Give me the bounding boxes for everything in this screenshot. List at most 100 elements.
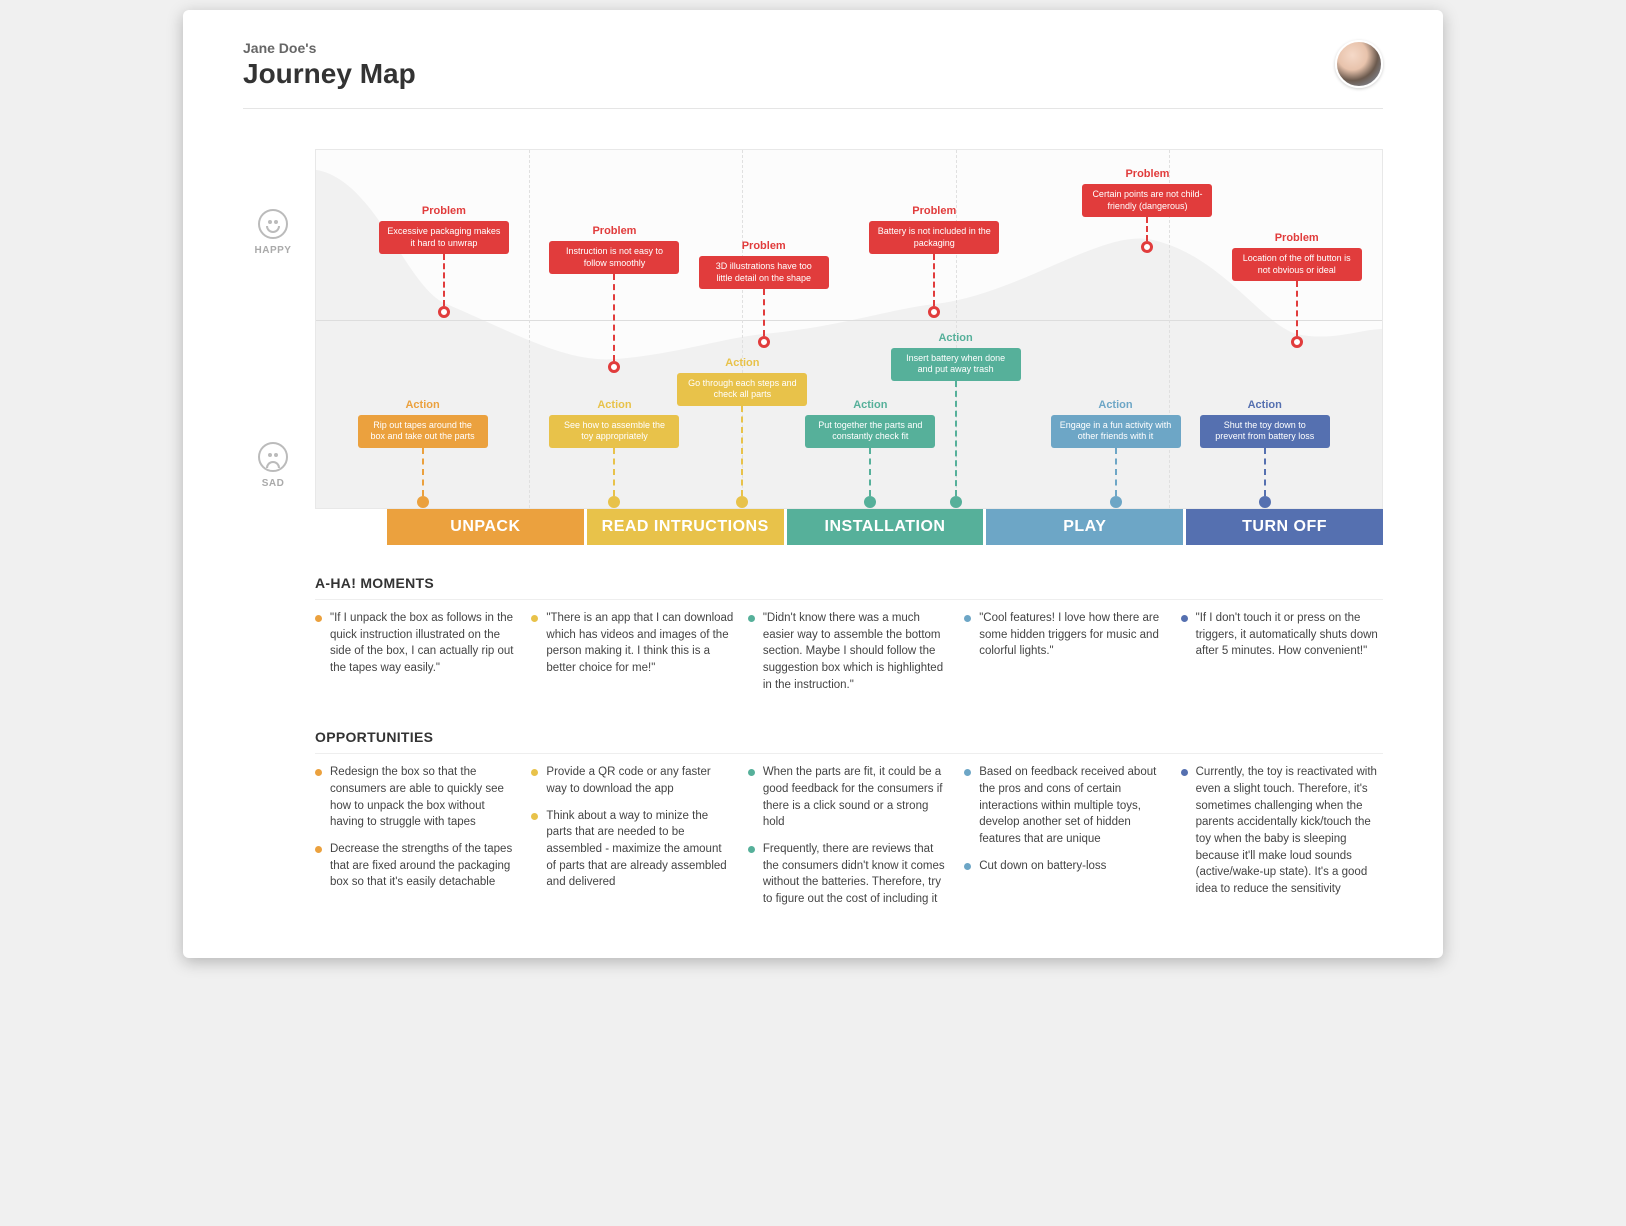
- marker-stem: [869, 448, 871, 496]
- problem-dot-icon: [1291, 336, 1303, 348]
- bullet-text: Cut down on battery-loss: [979, 858, 1106, 875]
- action-marker: Action Insert battery when done and put a…: [891, 332, 1021, 508]
- sad-icon: [258, 442, 288, 472]
- problem-marker: ProblemInstruction is not easy to follow…: [549, 225, 679, 373]
- journey-map-page: Jane Doe's Journey Map HAPPY SAD Problem…: [183, 10, 1443, 958]
- action-dot-icon: [950, 496, 962, 508]
- problem-text: Battery is not included in the packaging: [869, 221, 999, 254]
- column: "There is an app that I can download whi…: [531, 610, 733, 703]
- marker-stem: [763, 289, 765, 336]
- title-block: Jane Doe's Journey Map: [243, 40, 416, 90]
- chart-canvas: Problem Excessive packaging makes it hard…: [315, 149, 1383, 509]
- bullet-text: "Cool features! I love how there are som…: [979, 610, 1166, 660]
- bullet-text: "There is an app that I can download whi…: [546, 610, 733, 677]
- problem-text: Excessive packaging makes it hard to unw…: [379, 221, 509, 254]
- bullet-dot-icon: [315, 846, 322, 853]
- column: "Didn't know there was a much easier way…: [748, 610, 950, 703]
- marker-stem: [955, 381, 957, 496]
- action-label: Action: [1051, 399, 1181, 411]
- aha-heading: A-HA! MOMENTS: [315, 575, 1383, 591]
- stage-play: PLAY: [986, 509, 1183, 545]
- bullet-text: Frequently, there are reviews that the c…: [763, 841, 950, 908]
- happy-label: HAPPY: [243, 245, 303, 256]
- marker-stem: [1146, 217, 1148, 241]
- avatar[interactable]: [1335, 40, 1383, 88]
- problem-dot-icon: [1141, 241, 1153, 253]
- column: When the parts are fit, it could be a go…: [748, 764, 950, 917]
- sad-label: SAD: [243, 478, 303, 489]
- problem-dot-icon: [438, 306, 450, 318]
- column: "If I don't touch it or press on the tri…: [1181, 610, 1383, 703]
- smile-icon: [258, 209, 288, 239]
- bullet-item: "There is an app that I can download whi…: [531, 610, 733, 677]
- action-dot-icon: [608, 496, 620, 508]
- bullet-dot-icon: [531, 615, 538, 622]
- bullet-text: When the parts are fit, it could be a go…: [763, 764, 950, 831]
- bullet-item: Currently, the toy is reactivated with e…: [1181, 764, 1383, 897]
- action-dot-icon: [417, 496, 429, 508]
- marker-stem: [613, 274, 615, 361]
- action-text: Rip out tapes around the box and take ou…: [358, 415, 488, 448]
- owner-label: Jane Doe's: [243, 40, 416, 56]
- problem-label: Problem: [699, 240, 829, 252]
- bullet-text: "If I unpack the box as follows in the q…: [330, 610, 517, 677]
- column: "Cool features! I love how there are som…: [964, 610, 1166, 703]
- bullet-text: Provide a QR code or any faster way to d…: [546, 764, 733, 797]
- stage-installation: INSTALLATION: [787, 509, 984, 545]
- bullet-item: Cut down on battery-loss: [964, 858, 1166, 875]
- column: Provide a QR code or any faster way to d…: [531, 764, 733, 917]
- mood-happy: HAPPY: [243, 209, 303, 256]
- aha-columns: "If I unpack the box as follows in the q…: [315, 610, 1383, 703]
- marker-stem: [1115, 448, 1117, 496]
- bullet-dot-icon: [748, 846, 755, 853]
- action-dot-icon: [736, 496, 748, 508]
- divider: [315, 599, 1383, 600]
- action-marker: Action Go through each steps and check al…: [677, 357, 807, 508]
- column: Currently, the toy is reactivated with e…: [1181, 764, 1383, 917]
- action-label: Action: [677, 357, 807, 369]
- bullet-dot-icon: [315, 769, 322, 776]
- action-label: Action: [358, 399, 488, 411]
- header: Jane Doe's Journey Map: [243, 40, 1383, 109]
- opportunities-heading: OPPORTUNITIES: [315, 729, 1383, 745]
- bullet-dot-icon: [531, 813, 538, 820]
- bullet-dot-icon: [964, 863, 971, 870]
- problem-text: 3D illustrations have too little detail …: [699, 256, 829, 289]
- bullet-dot-icon: [964, 769, 971, 776]
- bullet-text: Think about a way to minize the parts th…: [546, 808, 733, 891]
- bullet-dot-icon: [531, 769, 538, 776]
- opportunity-columns: Redesign the box so that the consumers a…: [315, 764, 1383, 917]
- bullet-item: Redesign the box so that the consumers a…: [315, 764, 517, 831]
- stage-unpack: UNPACK: [387, 509, 584, 545]
- action-text: Insert battery when done and put away tr…: [891, 348, 1021, 381]
- marker-stem: [443, 254, 445, 306]
- marker-stem: [933, 254, 935, 306]
- marker-stem: [1264, 448, 1266, 496]
- action-text: Shut the toy down to prevent from batter…: [1200, 415, 1330, 448]
- action-text: Go through each steps and check all part…: [677, 373, 807, 406]
- bullet-dot-icon: [964, 615, 971, 622]
- bullet-dot-icon: [748, 615, 755, 622]
- bullet-item: Think about a way to minize the parts th…: [531, 808, 733, 891]
- bullet-text: "Didn't know there was a much easier way…: [763, 610, 950, 693]
- bullet-item: Frequently, there are reviews that the c…: [748, 841, 950, 908]
- bullet-text: Redesign the box so that the consumers a…: [330, 764, 517, 831]
- problem-text: Location of the off button is not obviou…: [1232, 248, 1362, 281]
- bullet-text: Currently, the toy is reactivated with e…: [1196, 764, 1383, 897]
- bullet-text: Based on feedback received about the pro…: [979, 764, 1166, 847]
- column: Based on feedback received about the pro…: [964, 764, 1166, 917]
- problem-marker: Problem 3D illustrations have too little …: [699, 240, 829, 348]
- column: Redesign the box so that the consumers a…: [315, 764, 517, 917]
- action-label: Action: [891, 332, 1021, 344]
- column: "If I unpack the box as follows in the q…: [315, 610, 517, 703]
- problem-marker: ProblemLocation of the off button is not…: [1232, 232, 1362, 348]
- bullet-item: Provide a QR code or any faster way to d…: [531, 764, 733, 797]
- problem-label: Problem: [549, 225, 679, 237]
- action-text: See how to assemble the toy appropriatel…: [549, 415, 679, 448]
- mood-sad: SAD: [243, 442, 303, 489]
- stage-read-intructions: READ INTRUCTIONS: [587, 509, 784, 545]
- problem-dot-icon: [758, 336, 770, 348]
- bullet-item: "If I unpack the box as follows in the q…: [315, 610, 517, 677]
- marker-stem: [422, 448, 424, 496]
- action-dot-icon: [864, 496, 876, 508]
